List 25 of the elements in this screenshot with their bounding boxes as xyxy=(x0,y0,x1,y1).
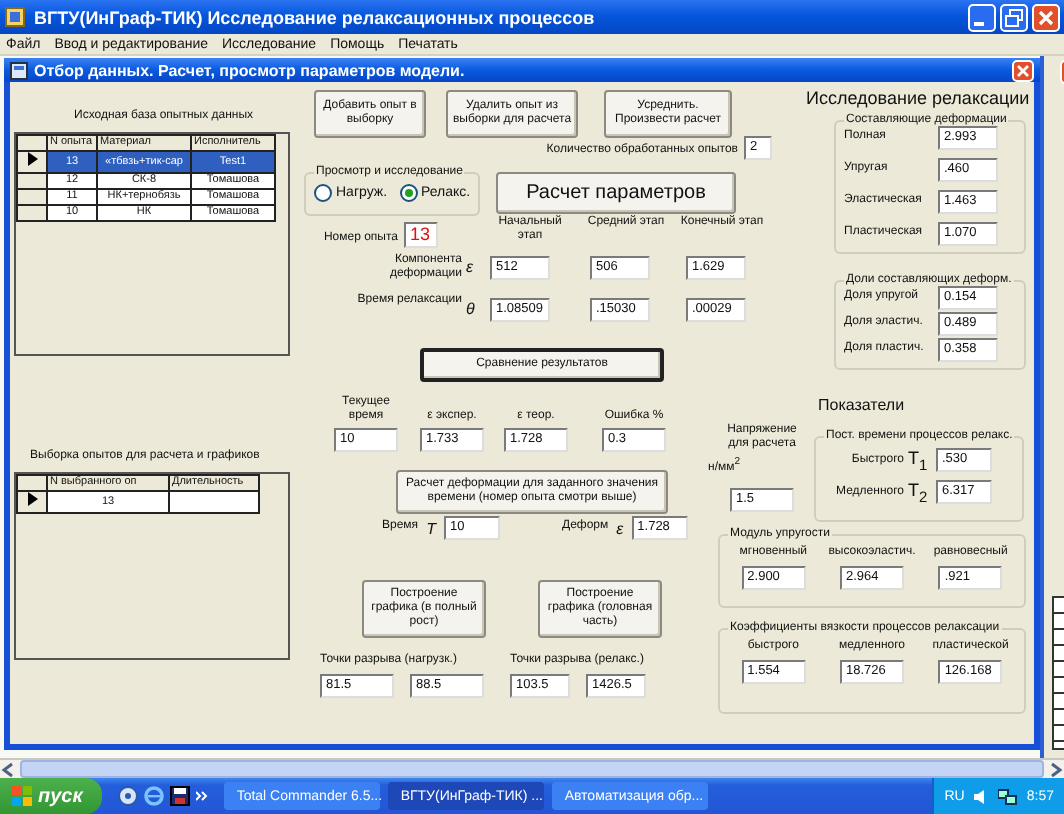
symbol-label: θ xyxy=(466,300,475,318)
close-button[interactable] xyxy=(1012,59,1034,81)
window-title: ВГТУ(ИнГраф-ТИК) Исследование релаксационных процессов xyxy=(32,7,597,27)
calculate-button[interactable]: Расчет параметров xyxy=(496,172,736,214)
table-cell xyxy=(169,491,259,513)
symbol-label: T$_{1}$ xyxy=(908,448,930,474)
radio-button[interactable] xyxy=(314,184,332,202)
radio-button[interactable] xyxy=(399,184,418,202)
symbol-label: ε xyxy=(616,519,624,537)
minimize-button[interactable] xyxy=(968,3,996,31)
symbol-label: T$_{2}$ xyxy=(908,479,930,506)
window-icon xyxy=(10,61,28,79)
section-title: Исследование релаксации xyxy=(806,88,1030,108)
app-icon xyxy=(4,6,26,28)
symbol-label: ε xyxy=(466,258,474,276)
symbol-label: T xyxy=(426,519,436,537)
chevron-icon[interactable] xyxy=(196,790,209,802)
windows-logo-icon xyxy=(12,786,32,806)
close-button[interactable] xyxy=(1032,3,1060,31)
section-title: Показатели xyxy=(818,396,905,414)
network-icon[interactable] xyxy=(998,787,1019,805)
restore-button[interactable] xyxy=(1000,3,1028,31)
dialog-title: Отбор данных. Расчет, просмотр параметров модели. xyxy=(34,61,467,79)
disc-icon[interactable] xyxy=(118,786,139,806)
text-field[interactable]: 13 xyxy=(404,222,438,248)
